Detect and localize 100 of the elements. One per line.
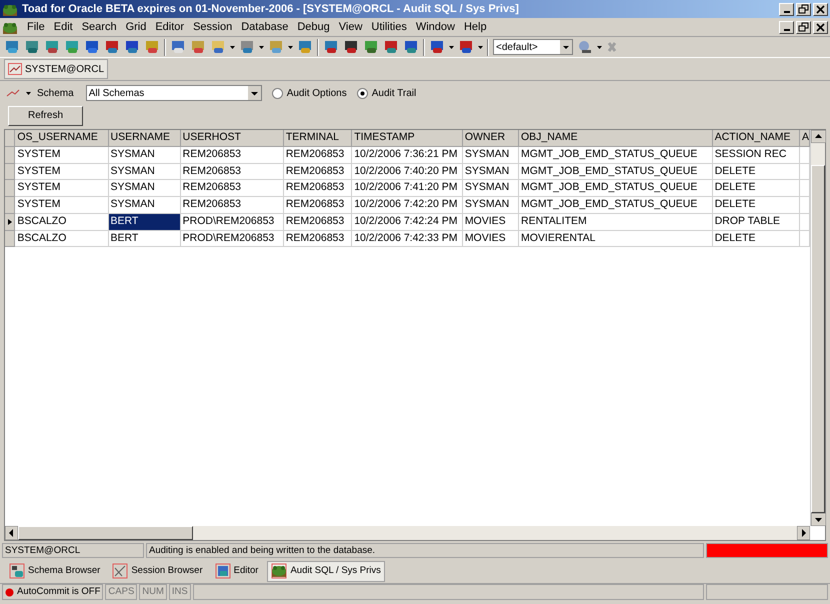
table-cell[interactable]: PROD\REM206853 <box>180 213 284 230</box>
menu-item[interactable]: Session <box>193 18 232 36</box>
table-cell[interactable]: DELETE <box>712 230 800 247</box>
table-cell[interactable]: MGMT_JOB_EMD_STATUS_QUEUE <box>518 196 712 214</box>
table-cell[interactable]: 10/2/2006 7:42:24 PM <box>352 213 462 230</box>
table-cell[interactable]: MGMT_JOB_EMD_STATUS_QUEUE <box>518 146 712 163</box>
radio-circle-icon[interactable] <box>272 88 283 98</box>
table-cell[interactable]: 10/2/2006 7:42:33 PM <box>352 230 462 247</box>
column-header[interactable]: OS_USERNAME <box>14 130 108 146</box>
menu-item[interactable]: Window <box>416 18 455 36</box>
table-cell[interactable]: SYSMAN <box>462 196 518 214</box>
refresh-button[interactable]: Refresh <box>8 106 83 126</box>
table-cell[interactable]: DELETE <box>712 196 800 214</box>
layout-dropdown[interactable]: <default> <box>493 39 573 55</box>
window-tab[interactable]: Session Browser <box>109 560 206 582</box>
table-cell[interactable]: SESSION REC <box>712 146 800 163</box>
window-tab[interactable]: Audit SQL / Sys Privs <box>267 560 385 582</box>
scroll-down-icon[interactable] <box>811 513 826 526</box>
dropdown-arrow-icon[interactable] <box>26 92 31 94</box>
restore-button[interactable] <box>796 2 811 16</box>
column-header[interactable]: USERHOST <box>180 130 284 146</box>
table-cell[interactable]: SYSMAN <box>108 180 180 196</box>
table-cell[interactable]: 10/2/2006 7:41:20 PM <box>352 180 462 196</box>
table-cell[interactable]: DELETE <box>712 180 800 196</box>
dropdown-arrow-icon[interactable] <box>288 46 293 48</box>
table-cell[interactable]: 10/2/2006 7:36:21 PM <box>352 146 462 163</box>
dropdown-arrow-icon[interactable] <box>230 46 235 48</box>
radio-circle-icon[interactable] <box>356 88 368 98</box>
menu-item[interactable]: Grid <box>126 18 146 36</box>
table-cell[interactable]: DROP TABLE <box>712 213 800 230</box>
table-cell[interactable]: SYSTEM <box>14 180 108 196</box>
dropdown-arrow-icon[interactable] <box>449 46 454 48</box>
column-header[interactable]: OBJ_NAME <box>518 130 712 146</box>
table-cell[interactable]: 10/2/2006 7:40:20 PM <box>352 163 462 180</box>
table-cell[interactable]: REM206853 <box>283 213 352 230</box>
menu-item[interactable]: Help <box>464 18 487 36</box>
table-cell[interactable]: MOVIES <box>462 230 518 247</box>
table-cell[interactable]: SYSMAN <box>462 163 518 180</box>
row-indicator[interactable] <box>5 213 15 230</box>
window-tab[interactable]: Editor <box>212 560 262 582</box>
scroll-right-icon[interactable] <box>797 526 810 540</box>
table-cell[interactable]: REM206853 <box>283 163 352 180</box>
close-button[interactable] <box>813 20 828 34</box>
table-cell[interactable]: SYSMAN <box>462 180 518 196</box>
radio-button[interactable]: Audit Trail <box>356 86 416 100</box>
table-cell[interactable]: SYSMAN <box>108 196 180 214</box>
table-cell[interactable]: BSCALZO <box>14 213 108 230</box>
menu-item[interactable]: File <box>27 18 45 36</box>
dropdown-arrow-icon[interactable] <box>597 46 602 48</box>
close-button[interactable] <box>813 2 828 16</box>
scroll-up-icon[interactable] <box>811 130 826 143</box>
radio-button[interactable]: Audit Options <box>272 86 347 100</box>
schema-dropdown[interactable]: All Schemas <box>86 85 262 101</box>
table-cell[interactable]: MOVIERENTAL <box>518 230 712 247</box>
table-cell[interactable]: MGMT_JOB_EMD_STATUS_QUEUE <box>518 180 712 196</box>
restore-button[interactable] <box>796 20 811 34</box>
dropdown-arrow-icon[interactable] <box>478 46 483 48</box>
table-cell[interactable]: MGMT_JOB_EMD_STATUS_QUEUE <box>518 163 712 180</box>
table-cell[interactable]: RENTALITEM <box>518 213 712 230</box>
menu-item[interactable]: Debug <box>297 18 330 36</box>
table-cell[interactable]: SYSTEM <box>14 163 108 180</box>
connection-tab[interactable]: SYSTEM@ORCL <box>4 59 108 79</box>
table-cell[interactable]: REM206853 <box>283 230 352 247</box>
column-header[interactable]: TIMESTAMP <box>352 130 462 146</box>
table-cell[interactable]: REM206853 <box>180 196 284 214</box>
menu-item[interactable]: Editor <box>155 18 184 36</box>
minimize-button[interactable] <box>779 2 794 16</box>
column-header[interactable]: A <box>799 130 810 146</box>
dropdown-arrow-icon[interactable] <box>259 46 264 48</box>
table-cell[interactable]: 10/2/2006 7:42:20 PM <box>352 196 462 214</box>
menu-item[interactable]: Edit <box>54 18 73 36</box>
table-cell[interactable]: MOVIES <box>462 213 518 230</box>
table-cell[interactable]: SYSTEM <box>14 196 108 214</box>
menu-item[interactable]: View <box>338 18 362 36</box>
table-cell[interactable]: SYSMAN <box>462 146 518 163</box>
column-header[interactable]: ACTION_NAME <box>712 130 800 146</box>
table-cell[interactable]: BERT <box>108 230 180 247</box>
chart-line-icon[interactable] <box>6 88 20 98</box>
column-header[interactable]: TERMINAL <box>283 130 352 146</box>
scroll-left-icon[interactable] <box>5 526 18 540</box>
network-icon[interactable] <box>577 39 593 55</box>
minimize-button[interactable] <box>779 20 794 34</box>
column-header[interactable]: OWNER <box>462 130 518 146</box>
table-cell[interactable]: REM206853 <box>180 146 284 163</box>
menu-item[interactable]: Search <box>82 18 117 36</box>
column-header[interactable]: USERNAME <box>108 130 180 146</box>
table-cell[interactable]: BSCALZO <box>14 230 108 247</box>
menu-item[interactable]: Database <box>241 18 288 36</box>
table-cell[interactable]: REM206853 <box>283 196 352 214</box>
table-cell[interactable]: PROD\REM206853 <box>180 230 284 247</box>
table-cell[interactable]: SYSMAN <box>108 146 180 163</box>
table-cell[interactable]: BERT <box>108 213 180 230</box>
menu-item[interactable]: Utilities <box>371 18 407 36</box>
table-cell[interactable]: REM206853 <box>180 163 284 180</box>
table-cell[interactable]: REM206853 <box>283 180 352 196</box>
table-cell[interactable]: REM206853 <box>180 180 284 196</box>
table-cell[interactable]: SYSTEM <box>14 146 108 163</box>
table-cell[interactable]: REM206853 <box>283 146 352 163</box>
window-tab[interactable]: Schema Browser <box>6 560 104 582</box>
table-cell[interactable]: DELETE <box>712 163 800 180</box>
